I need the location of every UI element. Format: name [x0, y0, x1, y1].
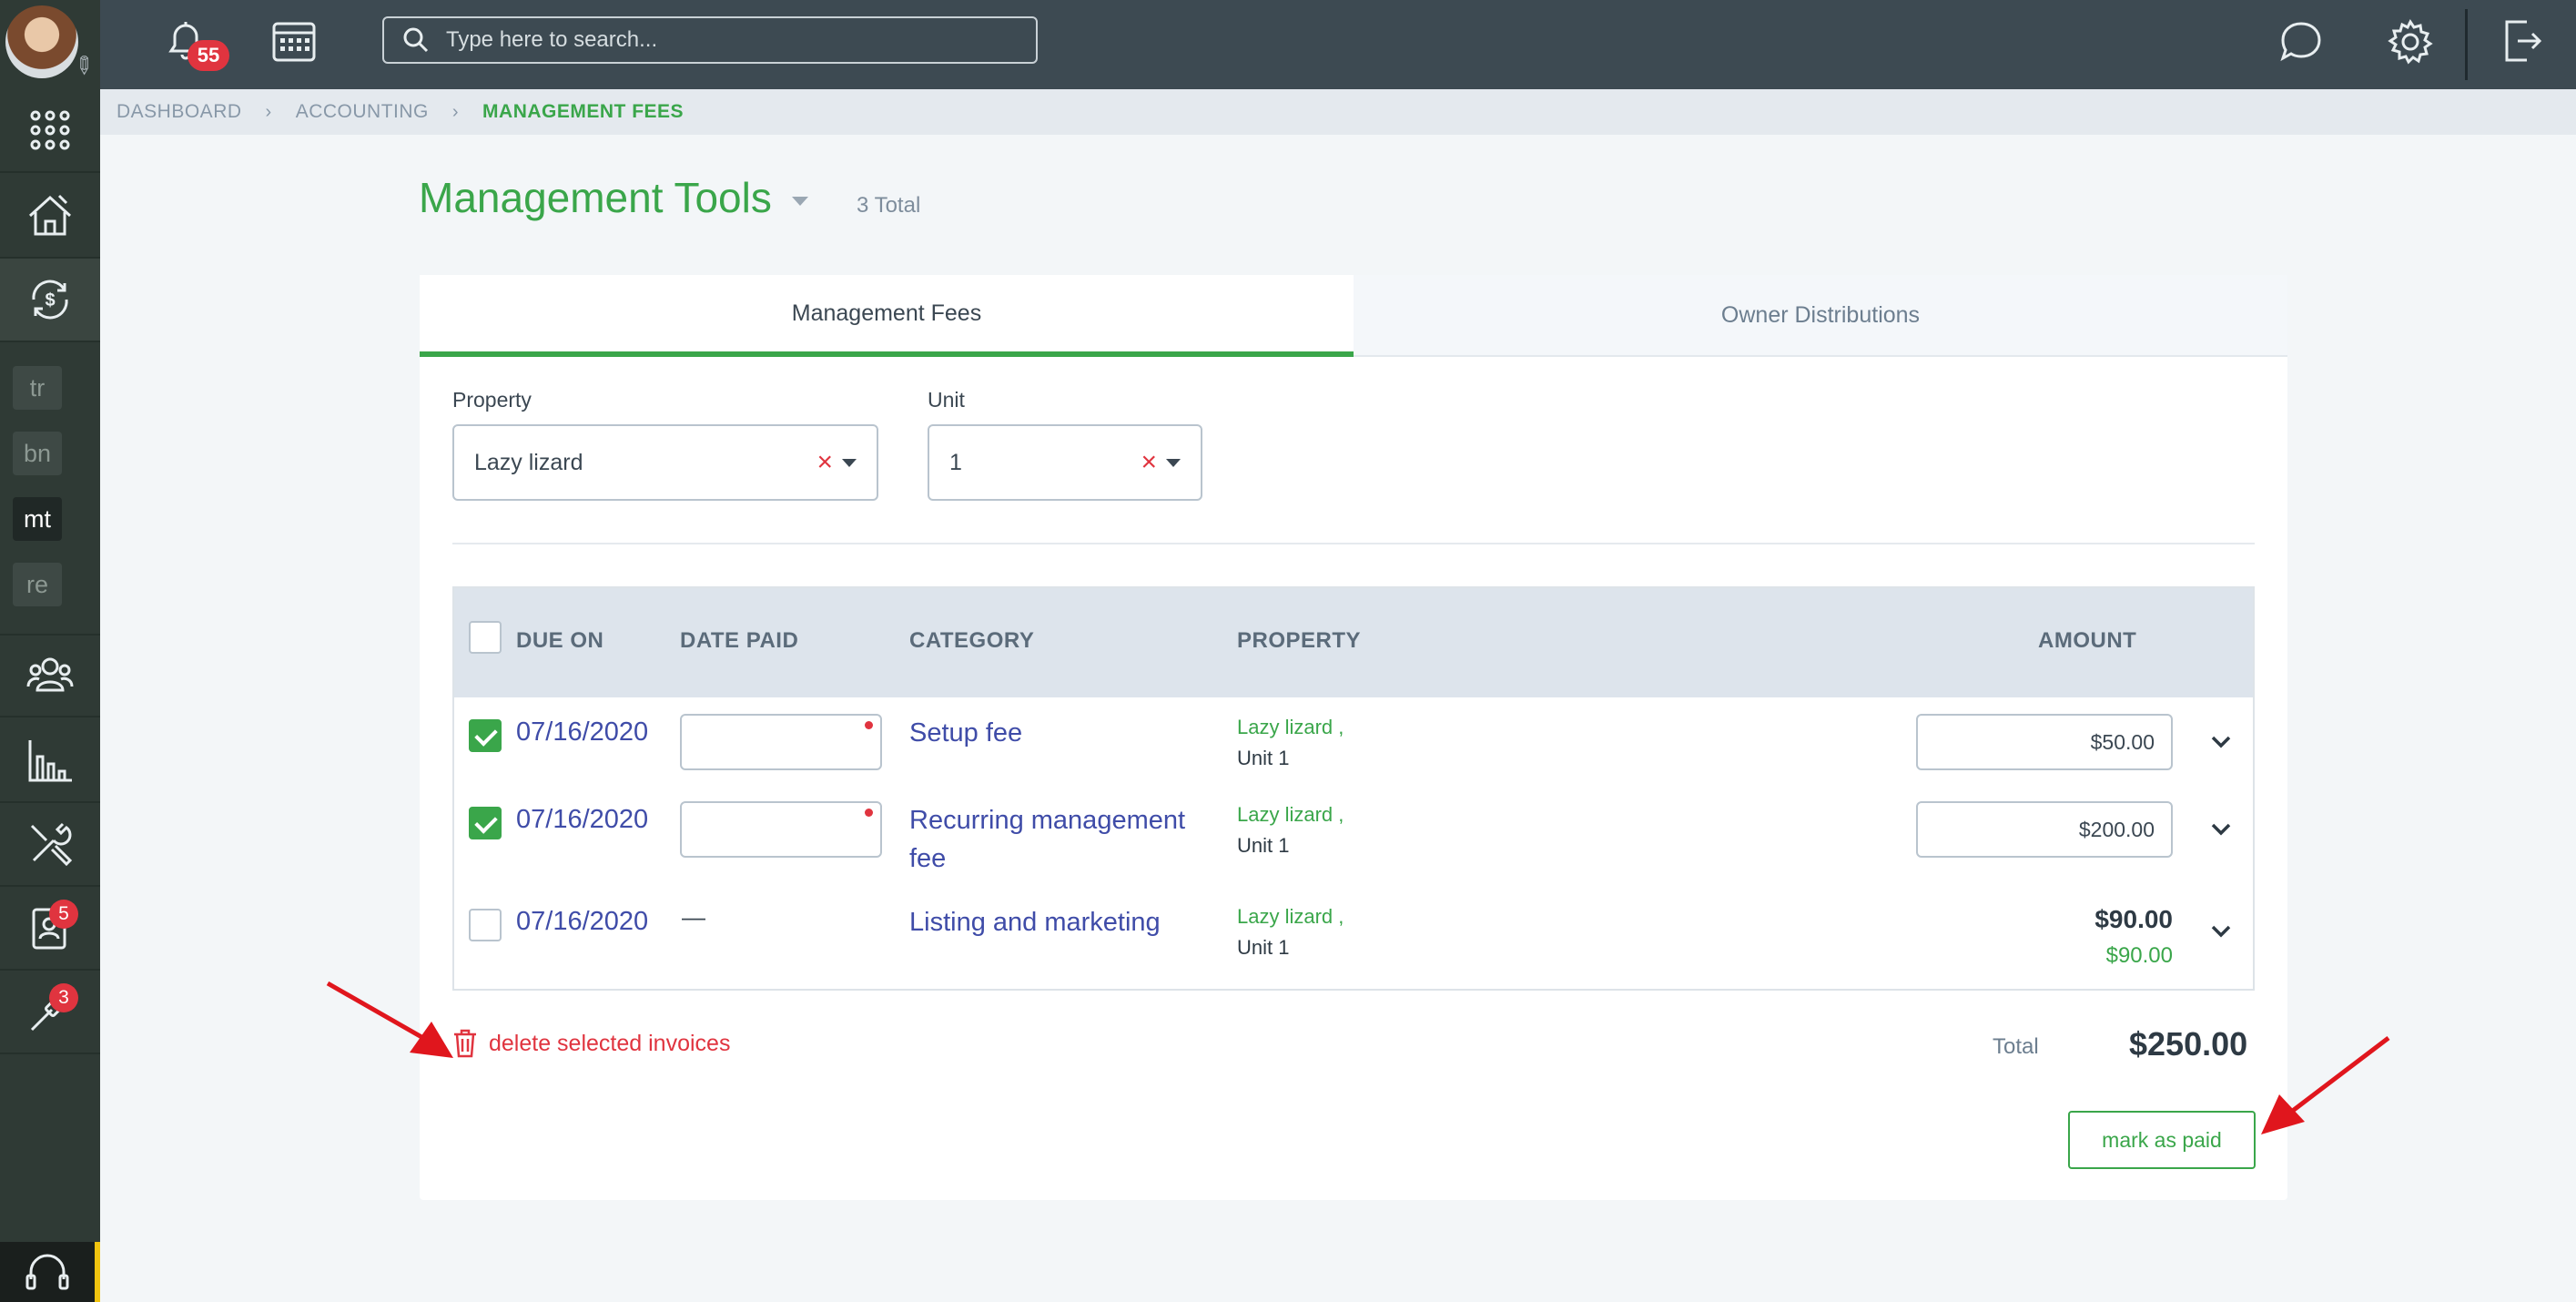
category-line-1: Recurring management — [909, 806, 1186, 835]
total-label: Total — [1993, 1034, 2039, 1059]
contacts-badge: 5 — [49, 900, 78, 929]
calendar-icon[interactable] — [271, 18, 317, 64]
chevron-right-icon: › — [451, 101, 460, 122]
chevron-down-icon[interactable] — [2207, 816, 2235, 843]
chevron-down-icon[interactable] — [2207, 918, 2235, 945]
accounting-dollar-icon[interactable]: $ — [0, 259, 100, 342]
annotation-arrow-left — [326, 981, 453, 1058]
page-title: Management Tools — [419, 174, 772, 221]
shortcut-tr[interactable]: tr — [13, 366, 62, 410]
date-paid-value: — — [682, 903, 705, 931]
unit-label: Unit — [928, 388, 965, 412]
header-divider — [2465, 9, 2468, 80]
unit-value: 1 — [949, 449, 962, 475]
delete-selected-button[interactable]: delete selected invoices — [452, 1029, 730, 1058]
unit-text: Unit 1 — [1237, 747, 1290, 769]
due-on-date[interactable]: 07/16/2020 — [516, 717, 648, 748]
unit-select[interactable]: 1 × — [928, 424, 1202, 501]
property-label: Property — [452, 388, 532, 412]
property-value: Lazy lizard — [474, 449, 583, 475]
svg-text:$: $ — [45, 290, 55, 310]
chevron-down-icon[interactable] — [2207, 728, 2235, 756]
tools-icon[interactable] — [0, 803, 100, 887]
contacts-icon[interactable] — [0, 887, 100, 971]
maintenance-badge: 3 — [49, 983, 78, 1012]
breadcrumb-management-fees: MANAGEMENT FEES — [482, 101, 685, 122]
notifications-badge: 55 — [188, 40, 229, 71]
unit-dropdown-icon[interactable] — [1166, 458, 1181, 467]
divider — [452, 543, 2255, 544]
maintenance-icon[interactable] — [0, 971, 100, 1054]
category-link[interactable]: Recurring management fee — [909, 801, 1185, 878]
logout-icon[interactable] — [2501, 18, 2543, 64]
property-link[interactable]: Lazy lizard , — [1237, 905, 1344, 929]
total-count: 3 Total — [857, 193, 921, 218]
category-link[interactable]: Listing and marketing — [909, 903, 1161, 941]
breadcrumb: DASHBOARD › ACCOUNTING › MANAGEMENT FEES — [100, 89, 2576, 135]
row-checkbox[interactable] — [469, 719, 502, 752]
column-due-on[interactable]: DUE ON — [516, 628, 603, 654]
select-all-checkbox[interactable] — [469, 621, 502, 654]
shortcut-bn[interactable]: bn — [13, 432, 62, 475]
row-checkbox[interactable] — [469, 807, 502, 839]
shortcut-re[interactable]: re — [13, 563, 62, 606]
settings-gear-icon[interactable] — [2387, 18, 2434, 66]
property-link[interactable]: Lazy lizard , — [1237, 716, 1344, 739]
breadcrumb-dashboard[interactable]: DASHBOARD — [117, 101, 242, 123]
property-dropdown-icon[interactable] — [842, 458, 857, 467]
search-icon — [403, 27, 429, 53]
category-line-2: fee — [909, 844, 947, 873]
due-on-date[interactable]: 07/16/2020 — [516, 907, 648, 937]
chat-icon[interactable] — [2277, 18, 2325, 66]
property-link[interactable]: Lazy lizard , — [1237, 803, 1344, 827]
column-date-paid[interactable]: DATE PAID — [680, 628, 798, 654]
amount-paid-value: $90.00 — [2105, 943, 2173, 968]
column-category[interactable]: CATEGORY — [909, 628, 1034, 654]
amount-input[interactable]: $50.00 — [1916, 714, 2173, 770]
unit-text: Unit 1 — [1237, 936, 1290, 959]
clear-unit-icon[interactable]: × — [1141, 447, 1157, 478]
column-amount[interactable]: AMOUNT — [2038, 628, 2136, 654]
unit-text: Unit 1 — [1237, 834, 1290, 857]
category-link[interactable]: Setup fee — [909, 714, 1022, 752]
date-paid-input[interactable] — [680, 714, 882, 770]
column-property[interactable]: PROPERTY — [1237, 628, 1361, 654]
search-bar[interactable] — [382, 16, 1038, 64]
row-checkbox[interactable] — [469, 909, 502, 941]
management-fees-card: Management Fees Owner Distributions Prop… — [420, 275, 2287, 1200]
title-dropdown-icon[interactable] — [792, 197, 808, 206]
reports-chart-icon[interactable] — [0, 719, 100, 803]
tab-owner-distributions[interactable]: Owner Distributions — [1354, 275, 2287, 357]
mark-as-paid-button[interactable]: mark as paid — [2068, 1111, 2256, 1169]
amount-value: $90.00 — [2094, 905, 2173, 933]
invoices-table: DUE ON DATE PAID CATEGORY PROPERTY AMOUN… — [452, 586, 2255, 991]
search-input[interactable] — [446, 27, 1010, 53]
chevron-right-icon: › — [265, 101, 272, 122]
due-on-date[interactable]: 07/16/2020 — [516, 805, 648, 835]
property-select[interactable]: Lazy lizard × — [452, 424, 878, 501]
shortcut-mt[interactable]: mt — [13, 497, 62, 541]
date-paid-input[interactable] — [680, 801, 882, 858]
properties-house-icon[interactable] — [0, 175, 100, 259]
annotation-arrow-right — [2261, 1036, 2390, 1134]
total-value: $250.00 — [2129, 1025, 2248, 1063]
delete-selected-label: delete selected invoices — [489, 1030, 731, 1056]
clear-property-icon[interactable]: × — [816, 447, 833, 478]
amount-input[interactable]: $200.00 — [1916, 801, 2173, 858]
table-header: DUE ON DATE PAID CATEGORY PROPERTY AMOUN… — [454, 588, 2253, 697]
apps-grid-icon[interactable] — [0, 89, 100, 173]
support-headset-icon[interactable] — [0, 1242, 100, 1302]
breadcrumb-accounting[interactable]: ACCOUNTING — [296, 101, 429, 123]
people-icon[interactable] — [0, 634, 100, 717]
tab-management-fees[interactable]: Management Fees — [420, 275, 1354, 357]
sidebar: ✎ $ tr bn mt re 5 3 — [0, 0, 100, 1302]
